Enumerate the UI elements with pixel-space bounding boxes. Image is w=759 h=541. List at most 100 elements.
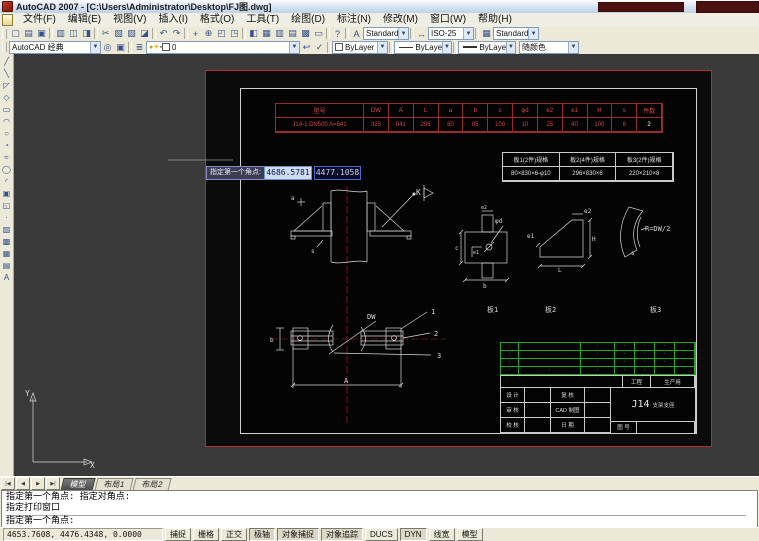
hatch-icon[interactable]: ▨ xyxy=(0,223,13,235)
dynamic-input-y-field[interactable]: 4477.1058 xyxy=(314,166,361,180)
linetype-dropdown[interactable]: ByLayer ▼ xyxy=(394,41,452,54)
polyline-icon[interactable]: ◸ xyxy=(0,79,13,91)
status-toggle-DUCS[interactable]: DUCS xyxy=(365,528,398,541)
prev-tab-button[interactable]: ◀ xyxy=(16,477,30,490)
workspace-save-icon[interactable]: ▣ xyxy=(114,41,127,53)
zoom-window-icon[interactable]: ◰ xyxy=(215,28,228,40)
first-tab-button[interactable]: |◀ xyxy=(1,477,15,490)
region-icon[interactable]: ▦ xyxy=(0,247,13,259)
chevron-down-icon[interactable]: ▼ xyxy=(463,28,473,39)
arc-icon[interactable]: ◠ xyxy=(0,115,13,127)
line-icon[interactable]: ╱ xyxy=(0,55,13,67)
status-toggle-对象追踪[interactable]: 对象追踪 xyxy=(321,528,363,541)
insert-block-icon[interactable]: ▣ xyxy=(0,187,13,199)
chevron-down-icon[interactable]: ▼ xyxy=(528,28,538,39)
layer-dropdown[interactable]: ● ☀ ▪ 0 ▼ xyxy=(146,41,300,54)
chevron-down-icon[interactable]: ▼ xyxy=(398,28,408,39)
dynamic-input-x-field[interactable]: 4686.5781 xyxy=(264,166,312,180)
chevron-down-icon[interactable]: ▼ xyxy=(568,42,578,53)
chevron-down-icon[interactable]: ▼ xyxy=(506,42,515,53)
save-icon[interactable]: ▣ xyxy=(35,28,48,40)
menu-format[interactable]: 格式(O) xyxy=(194,13,240,27)
chevron-down-icon[interactable]: ▼ xyxy=(90,42,100,53)
redo-icon[interactable]: ↷ xyxy=(170,28,183,40)
command-prompt[interactable]: 指定第一个角点: xyxy=(6,516,746,527)
menu-window[interactable]: 窗口(W) xyxy=(424,13,472,27)
menu-insert[interactable]: 插入(I) xyxy=(152,13,193,27)
toolbar-grip[interactable] xyxy=(2,42,7,52)
match-properties-icon[interactable]: ◪ xyxy=(138,28,151,40)
paste-icon[interactable]: ▨ xyxy=(125,28,138,40)
layer-previous-icon[interactable]: ↩ xyxy=(300,41,313,53)
layer-properties-icon[interactable]: ≣ xyxy=(133,41,146,53)
plot-style-dropdown[interactable]: 随颜色 ▼ xyxy=(519,41,579,54)
designcenter-icon[interactable]: ▦ xyxy=(260,28,273,40)
text-style-icon[interactable]: A xyxy=(350,28,363,40)
chevron-down-icon[interactable]: ▼ xyxy=(289,42,299,53)
workspace-settings-icon[interactable]: ◎ xyxy=(101,41,114,53)
undo-icon[interactable]: ↶ xyxy=(157,28,170,40)
status-toggle-栅格[interactable]: 栅格 xyxy=(193,528,219,541)
gradient-icon[interactable]: ▩ xyxy=(0,235,13,247)
text-style-dropdown[interactable]: Standard ▼ xyxy=(363,27,409,40)
menu-view[interactable]: 视图(V) xyxy=(107,13,152,27)
zoom-realtime-icon[interactable]: ⊕ xyxy=(202,28,215,40)
new-icon[interactable]: ▢ xyxy=(9,28,22,40)
menu-help[interactable]: 帮助(H) xyxy=(472,13,518,27)
properties-icon[interactable]: ◧ xyxy=(247,28,260,40)
plot-icon[interactable]: ▥ xyxy=(54,28,67,40)
coordinate-readout[interactable]: 4653.7608, 4476.4348, 0.0000 xyxy=(3,528,163,541)
status-toggle-线宽[interactable]: 线宽 xyxy=(429,528,455,541)
status-toggle-对象捕捉[interactable]: 对象捕捉 xyxy=(277,528,319,541)
publish-icon[interactable]: ◨ xyxy=(80,28,93,40)
zoom-previous-icon[interactable]: ◳ xyxy=(228,28,241,40)
status-toggle-DYN[interactable]: DYN xyxy=(400,528,427,541)
help-icon[interactable]: ? xyxy=(331,28,344,40)
make-object-layer-current-icon[interactable]: ✓ xyxy=(313,41,326,53)
construction-line-icon[interactable]: ╲ xyxy=(0,67,13,79)
sheetset-manager-icon[interactable]: ▤ xyxy=(286,28,299,40)
cut-icon[interactable]: ✂ xyxy=(99,28,112,40)
rectangle-icon[interactable]: ▭ xyxy=(0,103,13,115)
point-icon[interactable]: · xyxy=(0,211,13,223)
title-bar[interactable]: AutoCAD 2007 - [C:\Users\Administrator\D… xyxy=(0,0,759,14)
document-icon[interactable] xyxy=(2,14,13,26)
pan-icon[interactable]: + xyxy=(189,28,202,40)
status-toggle-极轴[interactable]: 极轴 xyxy=(249,528,275,541)
copy-icon[interactable]: ▧ xyxy=(112,28,125,40)
table-style-icon[interactable]: ▦ xyxy=(480,28,493,40)
tool-palettes-icon[interactable]: ▥ xyxy=(273,28,286,40)
chevron-down-icon[interactable]: ▼ xyxy=(377,42,387,53)
markup-set-manager-icon[interactable]: ▩ xyxy=(299,28,312,40)
dim-style-dropdown[interactable]: ISO-25 ▼ xyxy=(428,27,474,40)
menu-dimension[interactable]: 标注(N) xyxy=(331,13,377,27)
spline-icon[interactable]: ≈ xyxy=(0,151,13,163)
menu-modify[interactable]: 修改(M) xyxy=(377,13,424,27)
workspace-dropdown[interactable]: AutoCAD 经典 ▼ xyxy=(9,41,101,54)
dim-style-icon[interactable]: ↔ xyxy=(415,28,428,40)
revision-cloud-icon[interactable]: ◔ xyxy=(0,139,13,151)
next-tab-button[interactable]: ▶ xyxy=(31,477,45,490)
table-style-dropdown[interactable]: Standard ▼ xyxy=(493,27,539,40)
menu-tools[interactable]: 工具(T) xyxy=(240,13,285,27)
menu-file[interactable]: 文件(F) xyxy=(17,13,62,27)
quickcalc-icon[interactable]: ▭ xyxy=(312,28,325,40)
multiline-text-icon[interactable]: A xyxy=(0,271,13,283)
make-block-icon[interactable]: ◱ xyxy=(0,199,13,211)
menu-edit[interactable]: 编辑(E) xyxy=(62,13,107,27)
status-toggle-捕捉[interactable]: 捕捉 xyxy=(165,528,191,541)
toolbar-grip[interactable] xyxy=(2,29,7,39)
status-toggle-正交[interactable]: 正交 xyxy=(221,528,247,541)
open-icon[interactable]: ▤ xyxy=(22,28,35,40)
plot-preview-icon[interactable]: ◫ xyxy=(67,28,80,40)
last-tab-button[interactable]: ▶| xyxy=(46,477,60,490)
polygon-icon[interactable]: ◇ xyxy=(0,91,13,103)
ellipse-arc-icon[interactable]: ◜ xyxy=(0,175,13,187)
lineweight-dropdown[interactable]: ByLayer ▼ xyxy=(458,41,516,54)
color-dropdown[interactable]: ByLayer ▼ xyxy=(332,41,388,54)
circle-icon[interactable]: ○ xyxy=(0,127,13,139)
ellipse-icon[interactable]: ◯ xyxy=(0,163,13,175)
status-toggle-模型[interactable]: 模型 xyxy=(457,528,483,541)
chevron-down-icon[interactable]: ▼ xyxy=(442,42,451,53)
command-window[interactable]: 指定第一个角点: 指定对角点: 指定打印窗口 指定第一个角点: xyxy=(1,490,758,528)
